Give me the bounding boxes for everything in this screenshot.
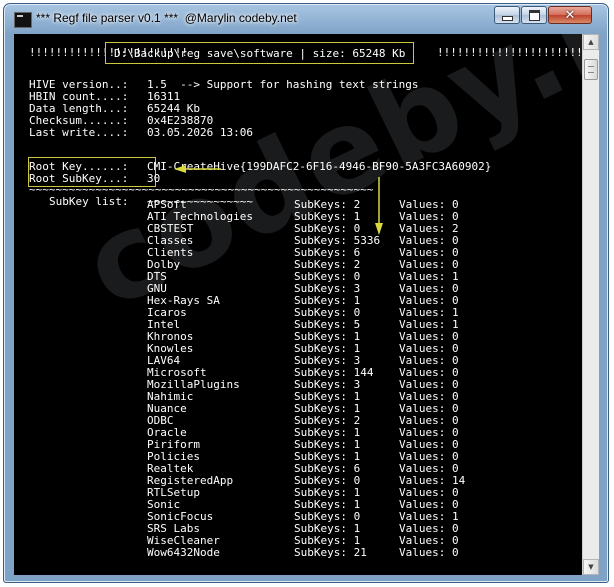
bang-right: !!!!!!!!!!!!!!!!!!!!!!!! [437, 46, 582, 59]
hive-path-box: D:\Backup\reg save\software | size: 6524… [105, 42, 415, 64]
minimize-icon [501, 15, 513, 21]
scroll-down-icon: ▼ [588, 563, 594, 571]
console-text: !!!!!!!!!!!!!!!!!!!!!!!! D:\Backup\reg s… [28, 34, 582, 559]
title-bar[interactable]: *** Regf file parser v0.1 *** @Marylin c… [4, 4, 608, 34]
subkey-count: SubKeys: 21 [294, 546, 367, 559]
root-key-value: CMI-CreateHive{199DAFC2-6F16-4946-BF90-5… [147, 160, 492, 173]
value-count: Values: 0 [399, 546, 459, 559]
minimize-button[interactable] [494, 6, 520, 24]
close-icon: ✕ [564, 7, 576, 23]
vertical-scrollbar[interactable]: ▲ ▼ [582, 34, 599, 575]
scroll-down-button[interactable]: ▼ [583, 559, 599, 575]
window-title: *** Regf file parser v0.1 *** @Marylin c… [36, 11, 297, 25]
header-label: Last write....: [29, 126, 129, 139]
maximize-icon [528, 9, 540, 21]
scroll-thumb[interactable] [584, 59, 598, 80]
subkey-list-label: SubKey list: [49, 195, 129, 208]
console-app-icon [14, 12, 32, 28]
maximize-button[interactable] [521, 6, 547, 24]
console-window: *** Regf file parser v0.1 *** @Marylin c… [3, 3, 609, 583]
header-value: 1.5 --> Support for hashing text strings [147, 78, 419, 91]
header-value: 03.05.2026 13:06 [147, 126, 253, 139]
subkey-name: Wow6432Node [147, 546, 220, 559]
console-output[interactable]: codeby.net !!!!!!!!!!!!!!!!!!!!!!!! D:\B… [14, 34, 582, 575]
close-button[interactable]: ✕ [548, 6, 592, 24]
scroll-up-icon: ▲ [588, 38, 594, 46]
scroll-up-button[interactable]: ▲ [583, 34, 599, 50]
